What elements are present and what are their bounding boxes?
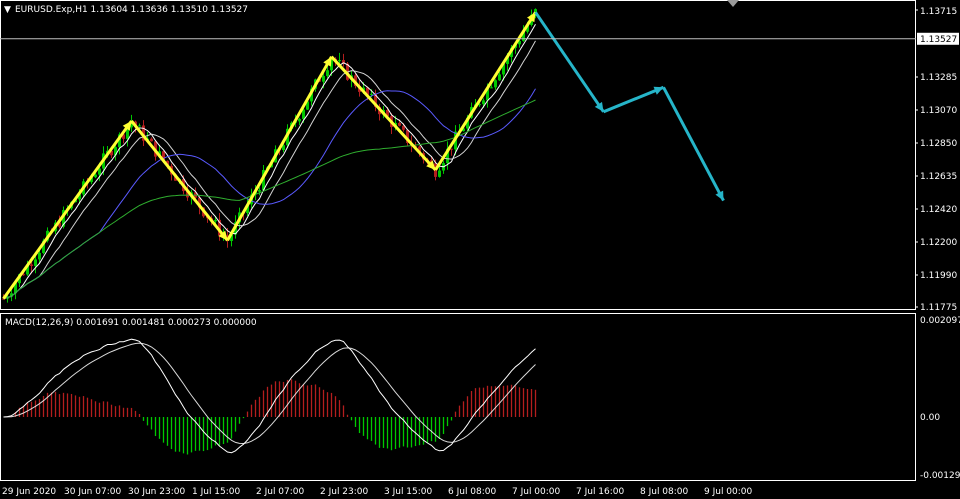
candle-body — [398, 122, 401, 126]
candle-body — [482, 100, 485, 105]
forecast-arrow — [534, 11, 605, 113]
time-axis: 29 Jun 2020 30 Jun 07:00 30 Jun 23:00 1 … — [2, 487, 753, 497]
candle-body — [326, 70, 329, 76]
forecast-path — [534, 11, 725, 202]
zigzag-arrow — [2, 120, 133, 300]
ma-mid-line — [3, 40, 536, 300]
macd-tick: 0.00 — [920, 413, 940, 423]
price-tick: 1.13715 — [920, 7, 957, 17]
candle-body — [494, 80, 497, 88]
price-tick: 1.13285 — [920, 73, 957, 83]
ma-fast-line — [3, 24, 536, 300]
zigzag-arrow — [226, 55, 333, 242]
price-axis: 1.13715 1.13285 1.13070 1.12850 1.12635 … — [915, 7, 957, 313]
candle-body — [438, 170, 441, 177]
candle-body — [38, 252, 41, 260]
price-tick: 1.11990 — [920, 271, 957, 281]
candle-body — [214, 219, 217, 222]
forecast-arrow — [602, 85, 665, 114]
price-tick: 1.13070 — [920, 106, 957, 116]
candle-body — [370, 93, 373, 95]
current-price-label: 1.13527 — [920, 35, 957, 45]
candle-body — [30, 264, 33, 266]
macd-lines — [3, 338, 536, 454]
chart-scroll-icon[interactable]: ▼ — [4, 5, 11, 15]
price-tick: 1.12850 — [920, 139, 957, 149]
candle-body — [258, 190, 261, 192]
macd-panel-frame — [0, 313, 916, 481]
moving-averages — [3, 24, 536, 300]
candle-body — [322, 75, 325, 82]
time-label: 30 Jun 23:00 — [128, 487, 185, 497]
price-tick: 1.11775 — [920, 303, 957, 313]
candle-body — [98, 168, 101, 175]
time-label: 2 Jul 23:00 — [320, 487, 369, 497]
candle-body — [298, 118, 301, 122]
time-label: 3 Jul 15:00 — [384, 487, 433, 497]
candle-body — [338, 60, 341, 62]
time-label: 30 Jun 07:00 — [64, 487, 121, 497]
time-label: 7 Jul 16:00 — [576, 487, 625, 497]
macd-panel-title: MACD(12,26,9) 0.001691 0.001481 0.000273… — [5, 318, 257, 328]
candle-body — [490, 87, 493, 89]
zigzag-arrow — [130, 120, 229, 242]
trading-terminal: 1.13527 ▼ EURUSD.Exp,H1 1.13604 1.13636 … — [0, 0, 960, 497]
price-panel-title: EURUSD.Exp,H1 1.13604 1.13636 1.13510 1.… — [15, 5, 248, 15]
time-label: 8 Jul 08:00 — [640, 487, 689, 497]
macd-tick: 0.002097 — [920, 316, 960, 326]
price-candles — [2, 8, 537, 303]
time-label: 6 Jul 08:00 — [448, 487, 497, 497]
zigzag-arrow — [434, 11, 537, 171]
price-tick: 1.12200 — [920, 238, 957, 248]
macd-signal-line — [3, 342, 536, 445]
time-label: 1 Jul 15:00 — [192, 487, 241, 497]
candle-body — [498, 74, 501, 81]
candle-body — [138, 125, 141, 127]
time-label: 29 Jun 2020 — [2, 487, 56, 497]
macd-tick: -0.001296 — [920, 471, 960, 481]
zigzag-pattern — [2, 11, 537, 300]
time-label: 7 Jul 00:00 — [512, 487, 561, 497]
zigzag-arrow — [330, 55, 437, 171]
time-label: 2 Jul 07:00 — [256, 487, 305, 497]
chart-shift-marker-icon[interactable] — [727, 0, 739, 7]
forecast-arrow — [662, 86, 725, 202]
price-tick: 1.12635 — [920, 172, 957, 182]
candle-body — [34, 259, 37, 266]
macd-axis: 0.002097 0.00 -0.001296 — [920, 316, 960, 481]
macd-main-line — [3, 338, 536, 454]
price-panel-frame — [0, 0, 916, 310]
current-price-tag: 1.13527 — [917, 32, 959, 45]
candle-body — [150, 138, 153, 142]
macd-histogram — [6, 379, 537, 455]
time-label: 9 Jul 00:00 — [704, 487, 753, 497]
price-tick: 1.12420 — [920, 205, 957, 215]
